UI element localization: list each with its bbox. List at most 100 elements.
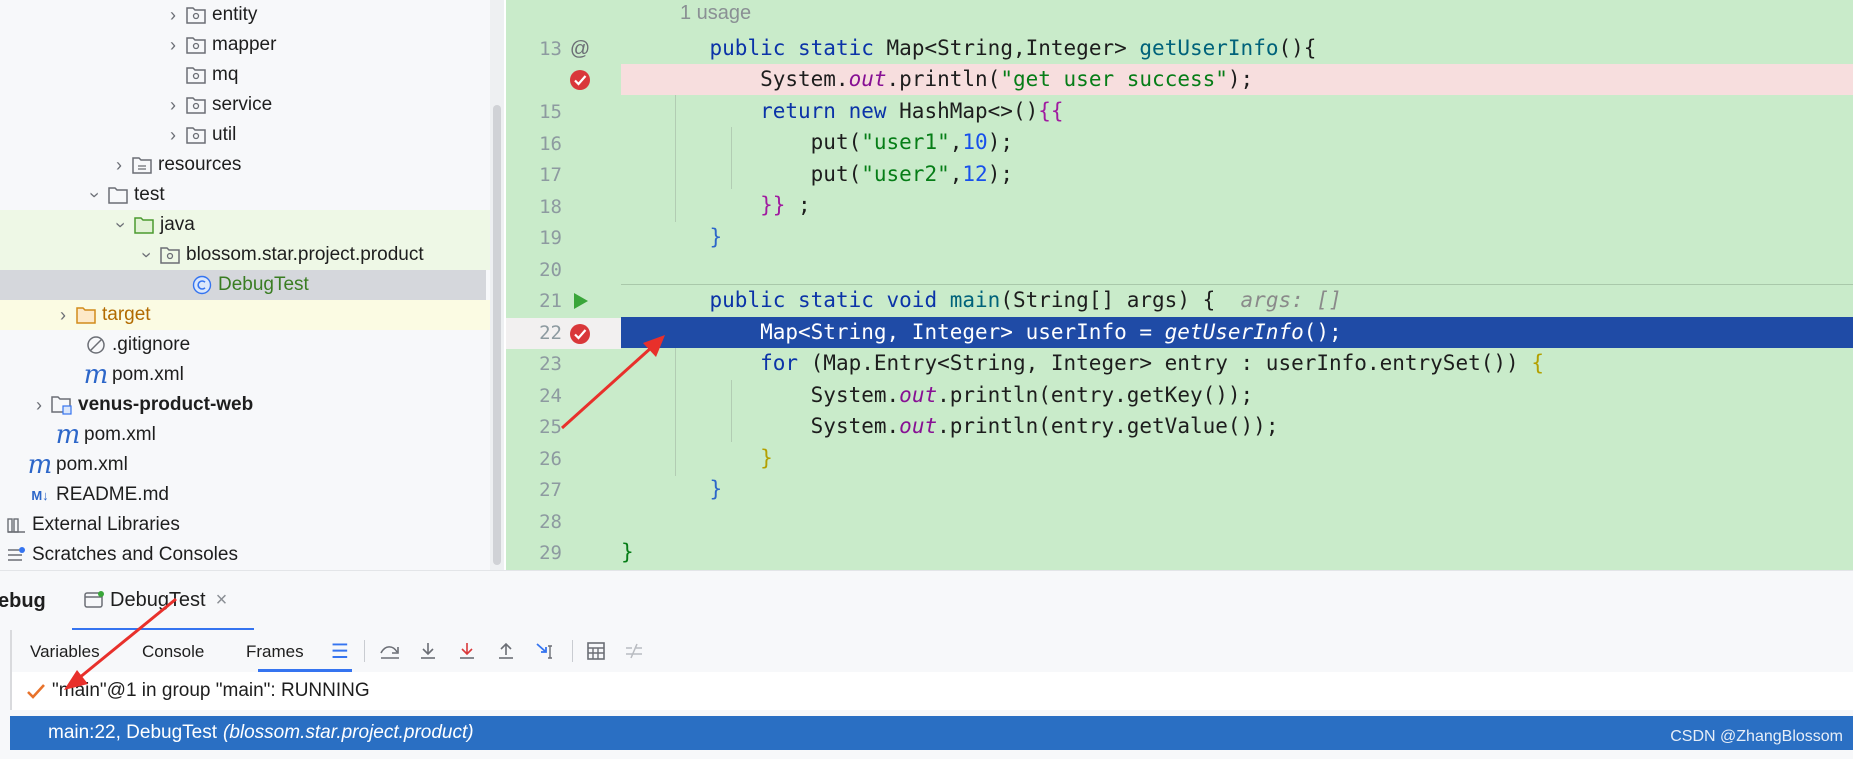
tree-item-java[interactable]: › java <box>0 210 490 240</box>
code-line-25[interactable]: System.out.println(entry.getValue()); <box>621 411 1853 442</box>
breakpoint-icon[interactable] <box>566 66 594 94</box>
tree-item-scratches[interactable]: Scratches and Consoles <box>0 540 490 570</box>
package-folder-icon <box>184 124 208 146</box>
chevron-right-icon[interactable]: › <box>52 304 74 326</box>
code-line-21[interactable]: public static void main(String[] args) {… <box>621 285 1853 316</box>
close-icon[interactable]: × <box>216 589 228 612</box>
tree-item-label: util <box>212 124 237 145</box>
step-out-icon[interactable] <box>492 637 520 665</box>
tree-item-pom[interactable]: m pom.xml <box>0 420 490 450</box>
debug-session-tab[interactable]: DebugTest × <box>72 579 227 621</box>
tree-item-util[interactable]: › util <box>0 120 490 150</box>
code-line-23[interactable]: for (Map.Entry<String, Integer> entry : … <box>621 348 1853 379</box>
breakpoint-icon[interactable] <box>566 320 594 348</box>
editor-gutter[interactable]: 13 15 16 17 18 19 20 21 23 24 25 26 27 2… <box>506 0 621 570</box>
chevron-right-icon[interactable]: › <box>162 34 184 56</box>
step-into-icon[interactable] <box>414 637 442 665</box>
tab-console[interactable]: Console <box>142 642 204 662</box>
chevron-down-icon[interactable]: › <box>84 184 106 206</box>
line-number: 20 <box>539 259 562 281</box>
tree-item-mq[interactable]: mq <box>0 60 490 90</box>
tree-item-label: java <box>160 214 195 235</box>
chevron-down-icon[interactable]: › <box>110 214 132 236</box>
tree-item-test[interactable]: › test <box>0 180 490 210</box>
code-line-13[interactable]: public static Map<String,Integer> getUse… <box>621 33 1853 64</box>
layout-menu-icon[interactable]: ☰ <box>326 637 354 665</box>
tree-item-label: resources <box>158 154 242 175</box>
tree-item-package[interactable]: › blossom.star.project.product <box>0 240 490 270</box>
tree-item-label: mapper <box>212 34 277 55</box>
code-line-27[interactable]: } <box>621 474 1853 505</box>
tree-item-pom[interactable]: m pom.xml <box>0 450 490 480</box>
tree-item-debugtest[interactable]: DebugTest <box>0 270 486 300</box>
debug-header: ebug DebugTest × <box>0 570 1853 631</box>
tree-item-label: External Libraries <box>32 514 180 535</box>
folder-icon <box>106 184 130 206</box>
tree-item-entity[interactable]: › entity <box>0 0 490 30</box>
evaluate-expression-icon[interactable] <box>582 637 610 665</box>
tree-item-resources[interactable]: › resources <box>0 150 490 180</box>
tree-item-pom[interactable]: m pom.xml <box>0 360 490 390</box>
line-number: 15 <box>539 101 562 123</box>
tree-item-target[interactable]: › target <box>0 300 490 330</box>
frame-row-selected[interactable]: main:22, DebugTest (blossom.star.project… <box>10 716 1853 750</box>
tree-item-readme[interactable]: M↓ README.md <box>0 480 490 510</box>
chevron-down-icon[interactable]: › <box>136 244 158 266</box>
package-folder-icon <box>184 94 208 116</box>
check-icon <box>26 682 46 700</box>
tree-item-external-libraries[interactable]: External Libraries <box>0 510 490 540</box>
step-over-icon[interactable] <box>376 637 404 665</box>
tree-scrollbar-thumb[interactable] <box>493 105 501 565</box>
code-line-14[interactable]: System.out.println("get user success"); <box>621 64 1853 95</box>
tree-item-label: .gitignore <box>112 334 191 355</box>
code-line-19[interactable]: } <box>621 222 1853 253</box>
chevron-right-icon[interactable]: › <box>108 154 130 176</box>
code-line-16[interactable]: put("user1",10); <box>621 127 1853 158</box>
run-to-cursor-icon[interactable] <box>532 637 560 665</box>
tree-item-label: pom.xml <box>112 364 184 385</box>
tree-item-label: mq <box>212 64 239 85</box>
package-folder-icon <box>184 4 208 26</box>
maven-icon: m <box>27 450 53 480</box>
code-line-18[interactable]: }} ; <box>621 190 1853 221</box>
code-line-29[interactable]: } <box>621 537 1853 568</box>
watermark: CSDN @ZhangBlossom <box>1670 728 1843 745</box>
usage-hint[interactable]: 1 usage <box>680 2 751 25</box>
tree-item-gitignore[interactable]: .gitignore <box>0 330 490 360</box>
line-number: 17 <box>539 164 562 186</box>
markdown-icon: M↓ <box>31 487 49 503</box>
thread-row[interactable]: "main"@1 in group "main": RUNNING <box>10 672 1853 710</box>
line-number: 27 <box>539 479 562 501</box>
tab-frames[interactable]: Frames <box>246 642 304 662</box>
chevron-right-icon[interactable]: › <box>162 94 184 116</box>
debug-toolbar: Variables Console Frames <box>10 630 1853 672</box>
override-at-icon[interactable]: @ <box>566 35 594 63</box>
chevron-right-icon[interactable]: › <box>28 394 50 416</box>
chevron-right-icon[interactable]: › <box>162 4 184 26</box>
code-line-17[interactable]: put("user2",12); <box>621 159 1853 190</box>
tree-item-venus-product-web[interactable]: › venus-product-web <box>0 390 490 420</box>
class-icon <box>190 274 214 296</box>
tab-variables[interactable]: Variables <box>30 642 100 662</box>
trace-icon[interactable] <box>620 637 648 665</box>
tree-item-label: README.md <box>56 484 169 505</box>
tree-item-label: Scratches and Consoles <box>32 544 238 565</box>
run-icon[interactable] <box>566 287 594 315</box>
module-folder-icon <box>50 394 74 416</box>
tree-item-label: entity <box>212 4 258 25</box>
tree-item-label: blossom.star.project.product <box>186 244 424 265</box>
code-line-26[interactable]: } <box>621 443 1853 474</box>
chevron-right-icon[interactable]: › <box>162 124 184 146</box>
code-line-24[interactable]: System.out.println(entry.getKey()); <box>621 380 1853 411</box>
code-editor[interactable]: 13 15 16 17 18 19 20 21 23 24 25 26 27 2… <box>506 0 1853 570</box>
code-line-15[interactable]: return new HashMap<>(){{ <box>621 96 1853 127</box>
code-line-22-current[interactable]: Map<String, Integer> userInfo = getUserI… <box>621 317 1853 348</box>
force-step-into-icon[interactable] <box>453 637 481 665</box>
tree-item-label: target <box>102 304 151 325</box>
tree-item-service[interactable]: › service <box>0 90 490 120</box>
maven-icon: m <box>83 360 109 390</box>
line-number: 13 <box>539 38 562 60</box>
line-number: 26 <box>539 448 562 470</box>
tree-item-mapper[interactable]: › mapper <box>0 30 490 60</box>
line-number: 19 <box>539 227 562 249</box>
